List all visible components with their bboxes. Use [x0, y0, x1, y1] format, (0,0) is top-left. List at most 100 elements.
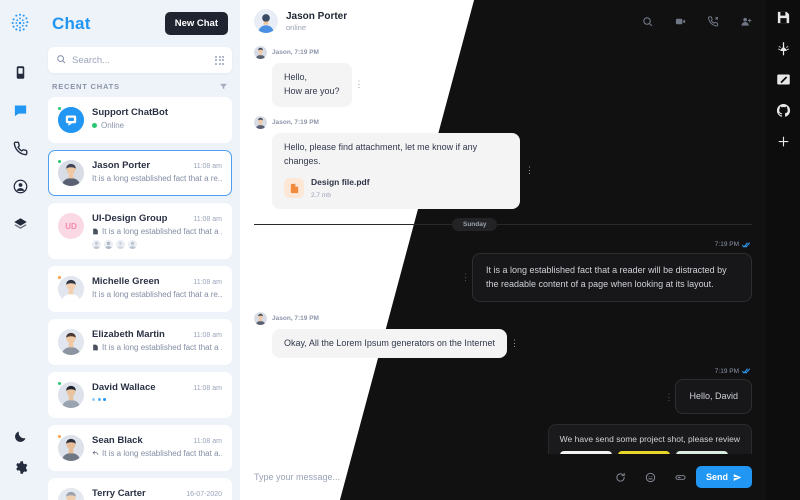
chat-list-item[interactable]: Elizabeth Martin 11:08 am It is a long est…	[48, 319, 232, 365]
filter-icon[interactable]	[219, 82, 228, 91]
member-avatar	[104, 240, 113, 249]
chat-list[interactable]: Support ChatBot Online Jason Porter 11:08 a…	[48, 97, 232, 500]
chat-item-time: 11:08 am	[193, 385, 222, 392]
chat-list-item[interactable]: Support ChatBot Online	[48, 97, 232, 143]
message-sender-time: Jason, 7:19 PM	[272, 118, 319, 126]
message-sender-time: Jason, 7:19 PM	[272, 49, 319, 56]
avatar	[254, 46, 267, 59]
message-bubble: Hello, David ⋮	[664, 379, 752, 414]
send-button[interactable]: Send	[695, 466, 752, 488]
message-options-icon[interactable]: ⋮	[355, 78, 364, 92]
chat-list-item[interactable]: Jason Porter 11:08 am It is a long establi…	[48, 150, 232, 196]
message-outgoing: 7:19 PM It is a long established fact tha…	[254, 241, 752, 302]
chat-item-time: 16-07-2020	[186, 491, 222, 498]
chat-item-time: 11:08 am	[193, 216, 222, 223]
chat-item-name: Jason Porter	[92, 160, 151, 171]
message-options-icon[interactable]: ⋮	[510, 337, 519, 351]
plus-icon[interactable]	[776, 134, 791, 149]
mobile-icon[interactable]	[8, 60, 32, 84]
chat-list-item[interactable]: Sean Black 11:08 am It is a long establish…	[48, 425, 232, 471]
chat-item-name: UI-Design Group	[92, 213, 168, 224]
avatar	[58, 488, 84, 500]
message-bubble: Okay, All the Lorem Ipsum generators on …	[272, 328, 519, 359]
layers-icon[interactable]	[8, 212, 32, 236]
typing-indicator	[92, 398, 222, 401]
grid-menu-icon[interactable]	[215, 55, 224, 65]
phone-call-icon[interactable]	[708, 15, 719, 27]
chat-list-item[interactable]: David Wallace 11:08 am	[48, 372, 232, 418]
recent-chats-label: RECENT CHATS	[52, 82, 120, 91]
presence-dot-icon	[57, 106, 62, 111]
chat-app-window: Chat New Chat RECENT CHATS Support ChatB…	[0, 0, 800, 500]
message-options-icon[interactable]: ⋮	[664, 389, 673, 403]
message-options-icon[interactable]: ⋮	[525, 164, 534, 178]
message-incoming: Jason, 7:19 PM Okay, All the Lorem Ipsum …	[254, 311, 752, 359]
message-options-icon[interactable]: ⋮	[461, 270, 470, 284]
message-meta: 7:19 PM	[715, 367, 750, 375]
right-tool-rail	[766, 0, 800, 500]
message-sender-time: Jason, 7:19 PM	[272, 314, 319, 322]
chat-item-status: Online	[92, 121, 222, 130]
group-members	[92, 240, 222, 249]
attachment-icon[interactable]	[675, 472, 686, 483]
message-text: Hello, please find attachment, let me kn…	[284, 141, 478, 166]
message-incoming-attachment: Jason, 7:19 PM Hello, please find attachm…	[254, 115, 752, 209]
avatar	[254, 9, 278, 33]
chat-item-preview: It is a long established fact that a ...	[92, 227, 222, 236]
pin-icon[interactable]	[776, 41, 791, 56]
message-composer: Send	[240, 454, 766, 500]
search-bar[interactable]	[48, 47, 232, 73]
message-text: We have send some project shot, please r…	[559, 433, 740, 444]
presence-dot-icon	[57, 381, 62, 386]
chat-item-time: 11:08 am	[193, 279, 222, 286]
add-person-icon[interactable]	[741, 16, 752, 27]
gear-icon[interactable]	[8, 460, 32, 486]
pdf-file-icon	[284, 178, 304, 199]
presence-dot-icon	[57, 275, 62, 280]
message-outgoing: 7:19 PM Hello, David ⋮	[254, 367, 752, 414]
chat-item-preview: It is a long established fact that a ...	[92, 343, 222, 352]
chat-item-name: Support ChatBot	[92, 107, 168, 118]
moon-icon[interactable]	[8, 424, 32, 448]
profile-icon[interactable]	[8, 174, 32, 198]
chat-item-preview: Online	[101, 121, 125, 130]
emoji-icon[interactable]	[645, 472, 656, 483]
chat-item-name: Sean Black	[92, 435, 143, 446]
send-button-label: Send	[705, 472, 728, 482]
message-meta: 7:19 PM	[715, 241, 750, 249]
chat-list-item[interactable]: Terry Carter16-07-2020Hello, Terry are y…	[48, 478, 232, 500]
recent-chats-header: RECENT CHATS	[48, 73, 232, 97]
member-avatar	[92, 240, 101, 249]
github-icon[interactable]	[776, 103, 791, 118]
message-input[interactable]	[254, 472, 605, 482]
conversation-peer-status: online	[286, 23, 307, 32]
file-attachment[interactable]: Design file.pdf 2.7 mb	[284, 176, 508, 201]
avatar	[57, 275, 84, 302]
reply-icon	[92, 450, 99, 457]
save-icon[interactable]	[776, 10, 791, 25]
avatar	[57, 434, 84, 461]
conversation-peer-name: Jason Porter	[286, 11, 348, 22]
conversation-peer-info: Jason Porter online	[286, 10, 347, 32]
date-divider: Sunday	[254, 217, 752, 231]
send-arrow-icon	[733, 473, 742, 482]
new-chat-button[interactable]: New Chat	[164, 12, 228, 35]
chat-item-time: 11:08 am	[193, 332, 222, 339]
message-list: Jason, 7:19 PM Hello, How are you? ⋮ Jason, …	[240, 42, 766, 454]
search-input[interactable]	[72, 54, 209, 66]
conversation-header: Jason Porter online	[240, 0, 766, 42]
phone-icon[interactable]	[8, 136, 32, 160]
search-icon	[56, 51, 66, 69]
search-icon[interactable]	[642, 16, 653, 27]
chat-item-name: Terry Carter	[92, 488, 146, 499]
image-icon[interactable]	[776, 72, 791, 87]
refresh-icon[interactable]	[615, 472, 626, 483]
message-bubble: We have send some project shot, please r…	[547, 423, 752, 454]
member-avatar	[128, 240, 137, 249]
chat-icon[interactable]	[8, 98, 32, 122]
chat-list-item[interactable]: Michelle Green 11:08 am It is a long estab…	[48, 266, 232, 312]
video-camera-icon[interactable]	[675, 16, 686, 27]
file-name: Design file.pdf	[311, 176, 370, 187]
chat-list-item[interactable]: UD UI-Design Group 11:08 am It is a long es…	[48, 203, 232, 259]
left-icon-rail	[0, 0, 40, 500]
